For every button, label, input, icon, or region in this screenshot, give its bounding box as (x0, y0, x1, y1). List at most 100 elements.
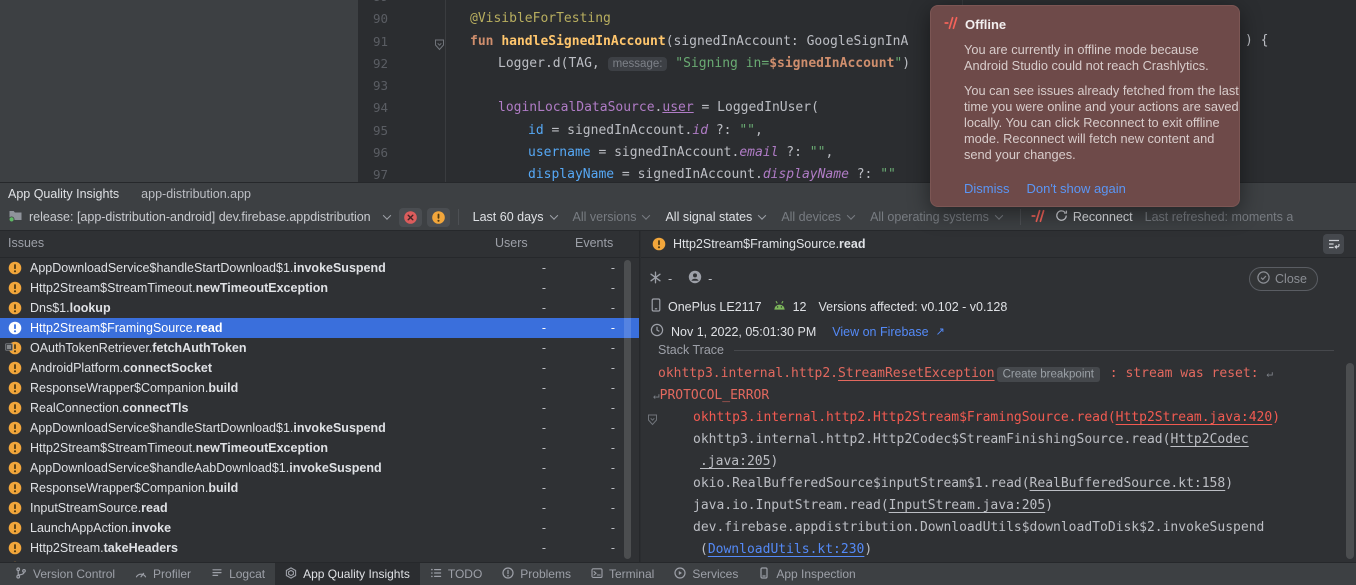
todo-icon (430, 567, 442, 582)
close-label: Close (1275, 272, 1307, 286)
api-level: 12 (793, 300, 807, 314)
issue-row[interactable]: Dns$1.lookup-- (0, 298, 639, 318)
warning-icon (8, 261, 22, 275)
issue-row[interactable]: AppDownloadService$handleStartDownload$1… (0, 258, 639, 278)
filters: Last 60 days All versionsAll signal state… (467, 210, 1012, 224)
issue-row[interactable]: AppDownloadService$handleStartDownload$1… (0, 418, 639, 438)
panel-title: App Quality Insights (8, 187, 119, 201)
stack-source-link[interactable]: RealBufferedSource.kt:158 (1030, 476, 1226, 491)
issue-row[interactable]: AndroidPlatform.connectSocket-- (0, 358, 639, 378)
issue-row[interactable]: AppDownloadService$handleAabDownload$1.i… (0, 458, 639, 478)
users-count: - (479, 298, 549, 318)
stack-source-link[interactable]: .java:205 (700, 454, 770, 469)
issue-row[interactable]: Http2Stream$FramingSource.read-- (0, 318, 639, 338)
users-count: - (479, 398, 549, 418)
stack-frame: okhttp3.internal.http2.Http2Stream$Frami… (641, 407, 1344, 429)
toolwindow-button-logcat[interactable]: Logcat (201, 563, 275, 585)
stack-source-link[interactable]: InputStream.java:205 (889, 498, 1046, 513)
users-count: - (708, 272, 712, 286)
stack-source-link[interactable]: DownloadUtils.kt:230 (708, 542, 865, 557)
issues-scrollbar[interactable] (624, 260, 631, 559)
issue-row[interactable]: OAuthTokenRetriever.fetchAuthToken-- (0, 338, 639, 358)
issue-row[interactable]: Http2Stream.takeHeaders-- (0, 538, 639, 558)
soft-wrap-button[interactable] (1323, 234, 1344, 254)
branch-icon (15, 567, 27, 582)
warning-icon (8, 421, 22, 435)
users-count: - (479, 538, 549, 558)
stack-source-link[interactable]: Http2Stream.java:420 (1116, 410, 1273, 425)
issues-pane: Issues Users Events AppDownloadService$h… (0, 231, 640, 563)
stack-frame: ↵PROTOCOL_ERROR (641, 385, 1344, 407)
warning-icon (8, 401, 22, 415)
users-count: - (479, 518, 549, 538)
reconnect-button[interactable]: Reconnect (1055, 209, 1133, 225)
warning-icon (8, 441, 22, 455)
issue-name: InputStreamSource.read (30, 498, 479, 518)
issue-row[interactable]: ResponseWrapper$Companion.build-- (0, 478, 639, 498)
details-scrollbar[interactable] (1346, 363, 1354, 559)
issue-row[interactable]: ResponseWrapper$Companion.build-- (0, 378, 639, 398)
column-users: Users (479, 231, 549, 257)
warning-icon (8, 461, 22, 475)
fatal-filter-button[interactable] (399, 208, 422, 227)
signal-states-filter[interactable]: All signal states (659, 210, 771, 224)
versions-filter[interactable]: All versions (567, 210, 656, 224)
issue-name: Http2Stream.takeHeaders (30, 538, 479, 558)
stack-source-link[interactable]: StreamResetException (838, 366, 995, 381)
issue-row[interactable]: LaunchAppAction.invoke-- (0, 518, 639, 538)
toolwindow-button-problems[interactable]: Problems (492, 563, 581, 585)
external-link-icon: ↗ (936, 325, 945, 338)
users-count: - (479, 278, 549, 298)
stack-frame: okhttp3.internal.http2.StreamResetExcept… (641, 363, 1344, 385)
close-issue-button[interactable]: Close (1249, 267, 1318, 291)
stack-frame: okio.RealBufferedSource$inputStream$1.re… (641, 473, 1344, 495)
toolwindow-button-terminal[interactable]: Terminal (581, 563, 664, 585)
aqi-icon (285, 567, 297, 582)
crashlytics-icon (1031, 209, 1045, 226)
tab-app-distribution[interactable]: app-distribution.app (141, 187, 251, 201)
users-count: - (479, 378, 549, 398)
devices-filter[interactable]: All devices (775, 210, 860, 224)
stack-source-link[interactable]: Http2Codec (1170, 432, 1248, 447)
refresh-icon (1055, 209, 1068, 225)
toolwindow-button-version-control[interactable]: Version Control (5, 563, 125, 585)
issue-name: Dns$1.lookup (30, 298, 479, 318)
operating-systems-filter[interactable]: All operating systems (864, 210, 1008, 224)
issue-row[interactable]: Http2Stream$StreamTimeout.newTimeoutExce… (0, 278, 639, 298)
toolwindow-button-profiler[interactable]: Profiler (125, 563, 201, 585)
versions-affected: Versions affected: v0.102 - v0.128 (819, 300, 1008, 314)
column-events: Events (549, 231, 639, 257)
fold-marker-icon[interactable] (434, 39, 445, 54)
toolwindow-button-app-inspection[interactable]: App Inspection (748, 563, 865, 585)
section-divider (734, 350, 1334, 351)
popup-body-2: You can see issues already fetched from … (964, 83, 1242, 163)
nonfatal-filter-button[interactable] (427, 208, 450, 227)
module-selector[interactable]: release: [app-distribution-android] dev.… (8, 209, 390, 225)
device-row: OnePlus LE2117 12 Versions affected: v0.… (650, 298, 1356, 315)
time-range-filter[interactable]: Last 60 days (467, 210, 563, 224)
dont-show-again-link[interactable]: Don't show again (1027, 181, 1126, 196)
toolwindow-button-app-quality-insights[interactable]: App Quality Insights (275, 563, 420, 585)
project-panel (0, 0, 359, 182)
toolwindow-button-todo[interactable]: TODO (420, 563, 492, 585)
details-title: Http2Stream$FramingSource.read (673, 237, 865, 251)
warning-icon (8, 521, 22, 535)
warning-icon (8, 481, 22, 495)
code-fragment-after-popup: ) { (1245, 33, 1268, 55)
chevron-down-icon (642, 211, 650, 219)
android-studio-window: 8990@VisibleForTesting91fun handleSigned… (0, 0, 1356, 585)
popup-body-1: You are currently in offline mode becaus… (964, 42, 1242, 74)
issue-row[interactable]: InputStreamSource.read-- (0, 498, 639, 518)
inspection-icon (758, 567, 770, 582)
reconnect-label: Reconnect (1073, 210, 1133, 224)
issue-row[interactable]: RealConnection.connectTls-- (0, 398, 639, 418)
users-count: - (479, 438, 549, 458)
stack-trace-label: Stack Trace (658, 343, 724, 357)
view-on-firebase-link[interactable]: View on Firebase (832, 325, 928, 339)
popup-actions: Dismiss Don't show again (964, 181, 1126, 196)
stack-frame: java.io.InputStream.read(InputStream.jav… (641, 495, 1344, 517)
issue-row[interactable]: Http2Stream$StreamTimeout.newTimeoutExce… (0, 438, 639, 458)
terminal-icon (591, 567, 603, 582)
dismiss-link[interactable]: Dismiss (964, 181, 1010, 196)
toolwindow-button-services[interactable]: Services (664, 563, 748, 585)
